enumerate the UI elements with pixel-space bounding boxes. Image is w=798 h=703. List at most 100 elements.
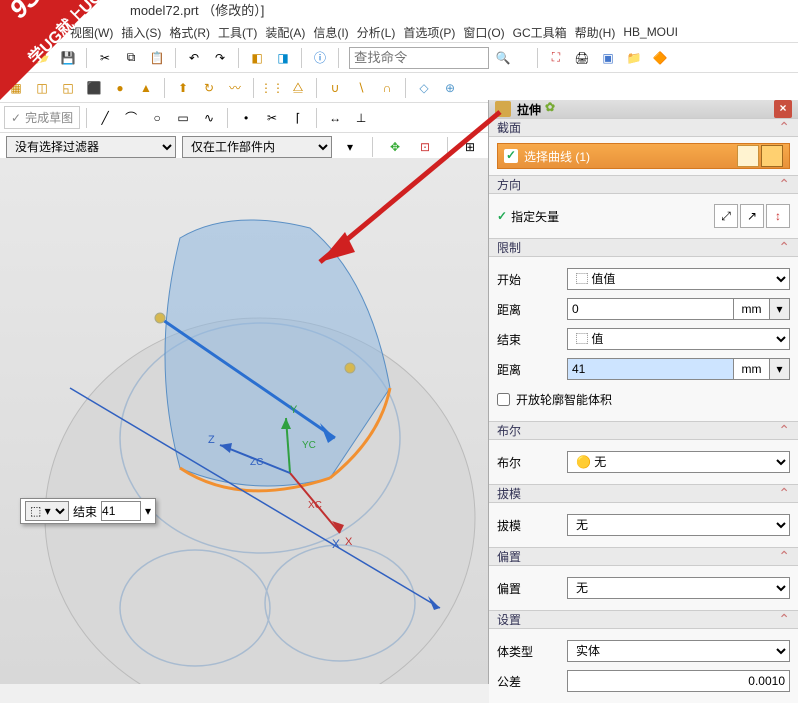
spline-icon[interactable]: ∿ xyxy=(197,106,221,130)
menu-window[interactable]: 窗口(O) xyxy=(463,24,504,41)
circle-icon[interactable]: ○ xyxy=(145,106,169,130)
extrude-icon[interactable]: ⬆ xyxy=(171,76,195,100)
curve-tool-1[interactable] xyxy=(737,145,759,167)
menu-prefs[interactable]: 首选项(P) xyxy=(403,24,455,41)
tool-a-icon[interactable]: ◧ xyxy=(245,46,269,70)
section-boolean[interactable]: 布尔⌃ xyxy=(489,421,798,440)
menu-hbmoui[interactable]: HB_MOUI xyxy=(623,25,678,39)
section-direction[interactable]: 方向⌃ xyxy=(489,175,798,194)
cylinder-icon[interactable]: ⬛ xyxy=(82,76,106,100)
end-mode[interactable]: ⬚ 值 xyxy=(567,328,790,350)
end-dist-arrow[interactable]: ▾ xyxy=(770,358,790,380)
save-icon[interactable]: 💾 xyxy=(56,46,80,70)
finish-sketch-button[interactable]: ✓ 完成草图 xyxy=(4,106,80,129)
command-search[interactable] xyxy=(349,47,489,69)
sweep-icon[interactable]: 〰 xyxy=(223,76,247,100)
open-icon[interactable]: 📂 xyxy=(30,46,54,70)
search-icon[interactable]: 🔍 xyxy=(491,46,515,70)
filter-opt-3-icon[interactable]: ⊡ xyxy=(413,135,437,159)
trim-icon[interactable]: ✂ xyxy=(260,106,284,130)
select-curve-row[interactable]: ✓ 选择曲线 (1) xyxy=(497,143,790,169)
section-settings[interactable]: 设置⌃ xyxy=(489,610,798,629)
sphere-icon[interactable]: ● xyxy=(108,76,132,100)
dyn-arrow[interactable]: ▾ xyxy=(145,504,151,518)
box-icon[interactable]: ▣ xyxy=(596,46,620,70)
line-icon[interactable]: ╱ xyxy=(93,106,117,130)
svg-text:XC: XC xyxy=(308,500,322,511)
start-mode[interactable]: ⬚ 值值 xyxy=(567,268,790,290)
menu-tools[interactable]: 工具(T) xyxy=(218,24,257,41)
feat-2-icon[interactable]: ◫ xyxy=(30,76,54,100)
arc-icon[interactable]: ⌒ xyxy=(119,106,143,130)
constraint-icon[interactable]: ⊥ xyxy=(349,106,373,130)
rect-icon[interactable]: ▭ xyxy=(171,106,195,130)
menu-info[interactable]: 信息(I) xyxy=(313,24,348,41)
body-type[interactable]: 实体 xyxy=(567,640,790,662)
feat-1-icon[interactable]: ▦ xyxy=(4,76,28,100)
start-dist-arrow[interactable]: ▾ xyxy=(770,298,790,320)
subtract-icon[interactable]: ∖ xyxy=(349,76,373,100)
info-icon[interactable]: ⓘ xyxy=(308,46,332,70)
tool-b-icon[interactable]: ◨ xyxy=(271,46,295,70)
end-distance[interactable] xyxy=(567,358,734,380)
cone-icon[interactable]: ▲ xyxy=(134,76,158,100)
mirror-icon[interactable]: ⧋ xyxy=(286,76,310,100)
folder-icon[interactable]: 📁 xyxy=(622,46,646,70)
svg-text:X: X xyxy=(345,536,353,548)
vec-reverse-icon[interactable]: ⤢ xyxy=(714,204,738,228)
menu-insert[interactable]: 插入(S) xyxy=(121,24,161,41)
point-icon[interactable]: • xyxy=(234,106,258,130)
menu-format[interactable]: 格式(R) xyxy=(169,24,210,41)
fit-icon[interactable]: ⛶ xyxy=(544,46,568,70)
filter-opt-1-icon[interactable]: ▾ xyxy=(338,135,362,159)
section-limits[interactable]: 限制⌃ xyxy=(489,238,798,257)
dyn-mode[interactable]: ⬚ ▾ xyxy=(25,501,69,521)
tolerance[interactable] xyxy=(567,670,790,692)
scope-filter[interactable]: 仅在工作部件内 xyxy=(182,136,332,158)
menu-gctoolbox[interactable]: GC工具箱 xyxy=(513,24,567,41)
offset-mode[interactable]: 无 xyxy=(567,577,790,599)
open-profile-checkbox[interactable] xyxy=(497,393,510,406)
section-draft[interactable]: 拔模⌃ xyxy=(489,484,798,503)
menu-help[interactable]: 帮助(H) xyxy=(575,24,616,41)
selection-filter[interactable]: 没有选择过滤器 xyxy=(6,136,176,158)
graphics-viewport[interactable]: X Y Z XC YC ZC X ⬚ ▾ 结束 ▾ xyxy=(0,158,488,684)
menu-assembly[interactable]: 装配(A) xyxy=(265,24,305,41)
print-icon[interactable]: 🖨 xyxy=(570,46,594,70)
undo-icon[interactable]: ↶ xyxy=(182,46,206,70)
copy-icon[interactable]: ⧉ xyxy=(119,46,143,70)
extrude-icon xyxy=(495,101,511,117)
boolean-mode[interactable]: 🟡 无 xyxy=(567,451,790,473)
curve-tool-2[interactable] xyxy=(761,145,783,167)
help-icon[interactable]: ✿ xyxy=(541,100,559,118)
menu-analyze[interactable]: 分析(L) xyxy=(357,24,396,41)
dyn-value[interactable] xyxy=(101,501,141,521)
start-distance[interactable] xyxy=(567,298,734,320)
filter-opt-2-icon[interactable]: ✥ xyxy=(383,135,407,159)
section-offset[interactable]: 偏置⌃ xyxy=(489,547,798,566)
section-jiemian[interactable]: 截面⌃ xyxy=(489,118,798,137)
cut-icon[interactable]: ✂ xyxy=(93,46,117,70)
pattern-icon[interactable]: ⋮⋮ xyxy=(260,76,284,100)
unite-icon[interactable]: ∪ xyxy=(323,76,347,100)
cube-icon[interactable]: ◱ xyxy=(56,76,80,100)
axis-icon[interactable]: ⊕ xyxy=(438,76,462,100)
color-icon[interactable]: 🔶 xyxy=(648,46,672,70)
menu-bar: 视图(W) 插入(S) 格式(R) 工具(T) 装配(A) 信息(I) 分析(L… xyxy=(0,22,798,42)
menu-view[interactable]: 视图(W) xyxy=(70,24,113,41)
dim-icon[interactable]: ↔ xyxy=(323,106,347,130)
intersect-icon[interactable]: ∩ xyxy=(375,76,399,100)
panel-header[interactable]: 拉伸 ✿ × xyxy=(489,100,798,118)
filter-opt-4-icon[interactable]: ⊞ xyxy=(458,135,482,159)
redo-icon[interactable]: ↷ xyxy=(208,46,232,70)
close-icon[interactable]: × xyxy=(774,100,792,118)
vec-pick-icon[interactable]: ↗ xyxy=(740,204,764,228)
new-icon[interactable]: 📄 xyxy=(4,46,28,70)
paste-icon[interactable]: 📋 xyxy=(145,46,169,70)
dynamic-input-box[interactable]: ⬚ ▾ 结束 ▾ xyxy=(20,498,156,524)
fillet-icon[interactable]: ⌈ xyxy=(286,106,310,130)
draft-mode[interactable]: 无 xyxy=(567,514,790,536)
plane-icon[interactable]: ◇ xyxy=(412,76,436,100)
vec-axis-icon[interactable]: ↕ xyxy=(766,204,790,228)
revolve-icon[interactable]: ↻ xyxy=(197,76,221,100)
